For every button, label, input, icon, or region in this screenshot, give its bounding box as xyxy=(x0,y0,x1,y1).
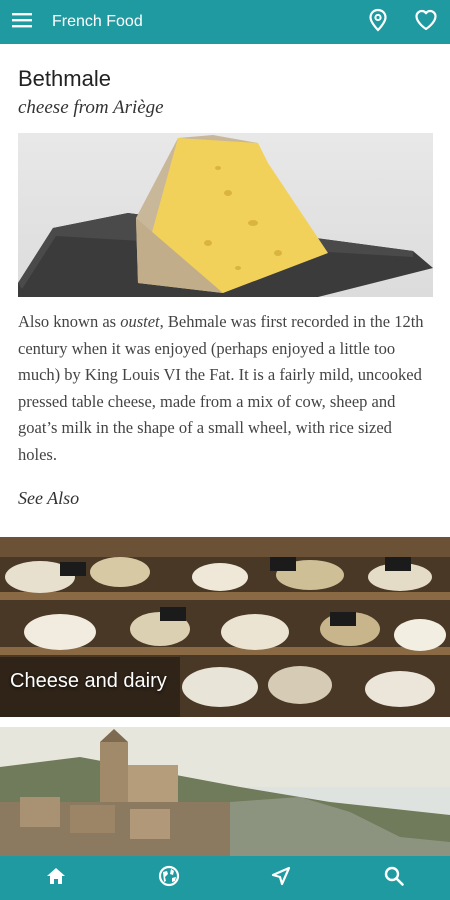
related-card-label: Cheese and dairy xyxy=(10,670,167,692)
nav-home[interactable] xyxy=(0,856,113,900)
article-body-emphasis: oustet xyxy=(120,312,160,331)
nav-nearby[interactable] xyxy=(225,856,338,900)
related-card-cheese-and-dairy[interactable]: Cheese and dairy xyxy=(0,537,450,717)
cheese-illustration xyxy=(18,135,433,297)
favorite-button[interactable] xyxy=(402,0,450,44)
app-title: French Food xyxy=(52,13,143,30)
page-title: Bethmale xyxy=(18,66,111,91)
article-body-intro: Also known as xyxy=(18,312,121,331)
article-content[interactable]: Bethmale cheese from Ariège Also known a… xyxy=(0,44,450,856)
search-icon xyxy=(383,865,405,891)
article-body: Also known as oustet, Behmale was first … xyxy=(18,309,432,468)
village-image xyxy=(0,727,450,856)
navigation-icon xyxy=(270,865,292,891)
map-button[interactable] xyxy=(354,0,402,44)
related-card-village[interactable] xyxy=(0,727,450,856)
nav-search[interactable] xyxy=(338,856,450,900)
see-also-heading: See Also xyxy=(18,488,80,508)
globe-icon xyxy=(158,865,180,891)
heart-icon xyxy=(414,9,438,35)
menu-button[interactable] xyxy=(0,0,44,44)
map-pin-icon xyxy=(367,8,389,36)
nav-explore[interactable] xyxy=(113,856,226,900)
hero-image xyxy=(18,133,433,297)
article-body-rest: , Behmale was first recorded in the 12th… xyxy=(18,312,424,464)
app-bar: French Food xyxy=(0,0,450,44)
page-subtitle: cheese from Ariège xyxy=(18,97,164,118)
menu-icon xyxy=(11,11,33,33)
home-icon xyxy=(45,866,67,890)
bottom-navigation xyxy=(0,856,450,900)
